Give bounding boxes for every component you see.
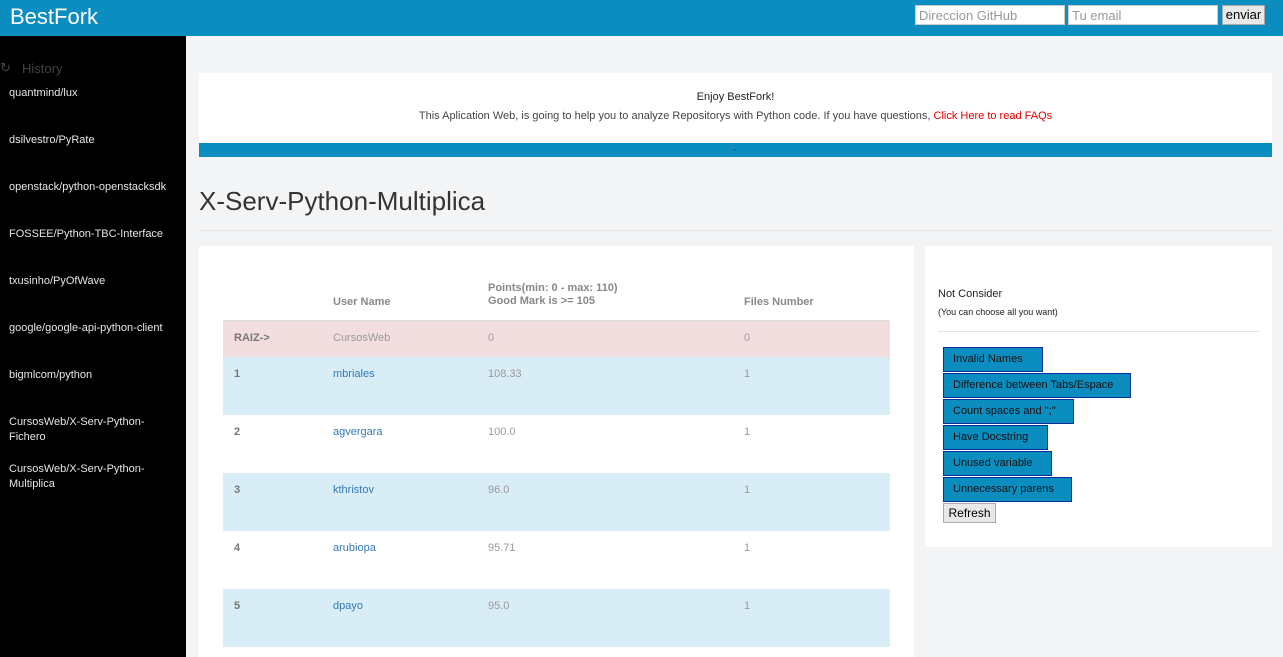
welcome-banner: Enjoy BestFork! This Aplication Web, is … (199, 73, 1272, 143)
banner-text-line: This Aplication Web, is going to help yo… (199, 110, 1272, 122)
filter-unused-variable-button[interactable]: Unused variable (943, 451, 1052, 476)
brand-logo[interactable]: BestFork (10, 4, 98, 30)
row-points: 100.0 (488, 426, 516, 438)
sidebar-item-repo[interactable]: openstack/python-openstacksdk (9, 180, 181, 195)
user-link[interactable]: dpayo (333, 600, 363, 612)
column-header-points: Points(min: 0 - max: 110) Good Mark is >… (488, 282, 618, 308)
table-row: 2 agvergara 100.0 1 (223, 415, 890, 473)
filter-invalid-names-button[interactable]: Invalid Names (943, 347, 1043, 372)
email-input[interactable] (1068, 5, 1218, 25)
row-points: 0 (488, 332, 495, 344)
faq-link[interactable]: Click Here to read FAQs (934, 110, 1053, 122)
column-header-user: User Name (333, 296, 391, 308)
sidebar-item-repo[interactable]: google/google-api-python-client (9, 321, 181, 336)
refresh-icon: ↻ (0, 60, 11, 75)
row-files: 0 (744, 332, 751, 344)
banner-headline: Enjoy BestFork! (696, 91, 775, 103)
column-header-files: Files Number (744, 296, 814, 308)
table-row: 4 arubiopa 95.71 1 (223, 531, 890, 589)
row-files: 1 (744, 426, 751, 438)
filter-count-spaces-button[interactable]: Count spaces and ";" (943, 399, 1074, 424)
row-points: 96.0 (488, 484, 510, 496)
filter-tabs-spaces-button[interactable]: Difference between Tabs/Espace (943, 373, 1131, 398)
banner-bar (199, 143, 1272, 157)
sidebar-item-repo[interactable]: bigmlcom/python (9, 368, 181, 383)
row-files: 1 (744, 484, 751, 496)
table-row: 1 mbriales 108.33 1 (223, 357, 890, 415)
filter-divider (938, 331, 1260, 332)
sidebar-item-repo[interactable]: txusinho/PyOfWave (9, 274, 181, 289)
filter-docstring-button[interactable]: Have Docstring (943, 425, 1048, 450)
good-mark-label: Good Mark is >= 105 (488, 295, 595, 307)
row-number: 5 (234, 600, 241, 612)
row-points: 95.71 (488, 542, 516, 554)
top-navbar: BestFork enviar (0, 0, 1283, 36)
filter-unnecessary-parens-button[interactable]: Unnecessary parens (943, 477, 1072, 502)
banner-text: This Aplication Web, is going to help yo… (418, 110, 934, 122)
row-points: 95.0 (488, 600, 510, 612)
row-points: 108.33 (488, 368, 522, 380)
github-url-input[interactable] (915, 5, 1065, 25)
send-button[interactable]: enviar (1222, 5, 1265, 25)
not-consider-subtitle: (You can choose all you want) (938, 307, 1058, 317)
sidebar-item-repo[interactable]: quantmind/lux (9, 86, 181, 101)
row-files: 1 (744, 542, 751, 554)
table-row: 3 kthristov 96.0 1 (223, 473, 890, 531)
row-number: 4 (234, 542, 241, 554)
sidebar-item-repo[interactable]: CursosWeb/X-Serv-Python-Multiplica (9, 462, 149, 492)
user-link[interactable]: mbriales (333, 368, 375, 380)
sidebar-item-repo[interactable]: CursosWeb/X-Serv-Python-Fichero (9, 415, 181, 445)
points-range-label: Points(min: 0 - max: 110) (488, 282, 618, 294)
row-number: 1 (234, 368, 241, 380)
root-user-name: CursosWeb (333, 332, 391, 344)
row-number: RAIZ-> (234, 332, 270, 344)
row-files: 1 (744, 600, 751, 612)
row-files: 1 (744, 368, 751, 380)
table-row: 5 dpayo 95.0 1 (223, 589, 890, 647)
not-consider-title: Not Consider (938, 288, 1003, 300)
banner-bar-dot (734, 149, 735, 150)
filter-panel: Not Consider (You can choose all you wan… (925, 246, 1272, 547)
sidebar-item-repo[interactable]: dsilvestro/PyRate (9, 133, 181, 148)
ranking-table-panel: User Name Points(min: 0 - max: 110) Good… (199, 246, 914, 657)
page-title: X-Serv-Python-Multiplica (199, 186, 486, 216)
refresh-button[interactable]: Refresh (943, 503, 996, 523)
user-link[interactable]: agvergara (333, 426, 383, 438)
user-link[interactable]: arubiopa (333, 542, 376, 554)
user-link[interactable]: kthristov (333, 484, 374, 496)
history-label: History (22, 61, 63, 76)
history-sidebar: ↻ History quantmind/lux dsilvestro/PyRat… (0, 36, 186, 657)
row-number: 3 (234, 484, 241, 496)
row-number: 2 (234, 426, 241, 438)
sidebar-item-repo[interactable]: FOSSEE/Python-TBC-Interface (9, 227, 181, 242)
table-row-root: RAIZ-> CursosWeb 0 0 (223, 320, 890, 357)
title-divider (199, 230, 1272, 231)
